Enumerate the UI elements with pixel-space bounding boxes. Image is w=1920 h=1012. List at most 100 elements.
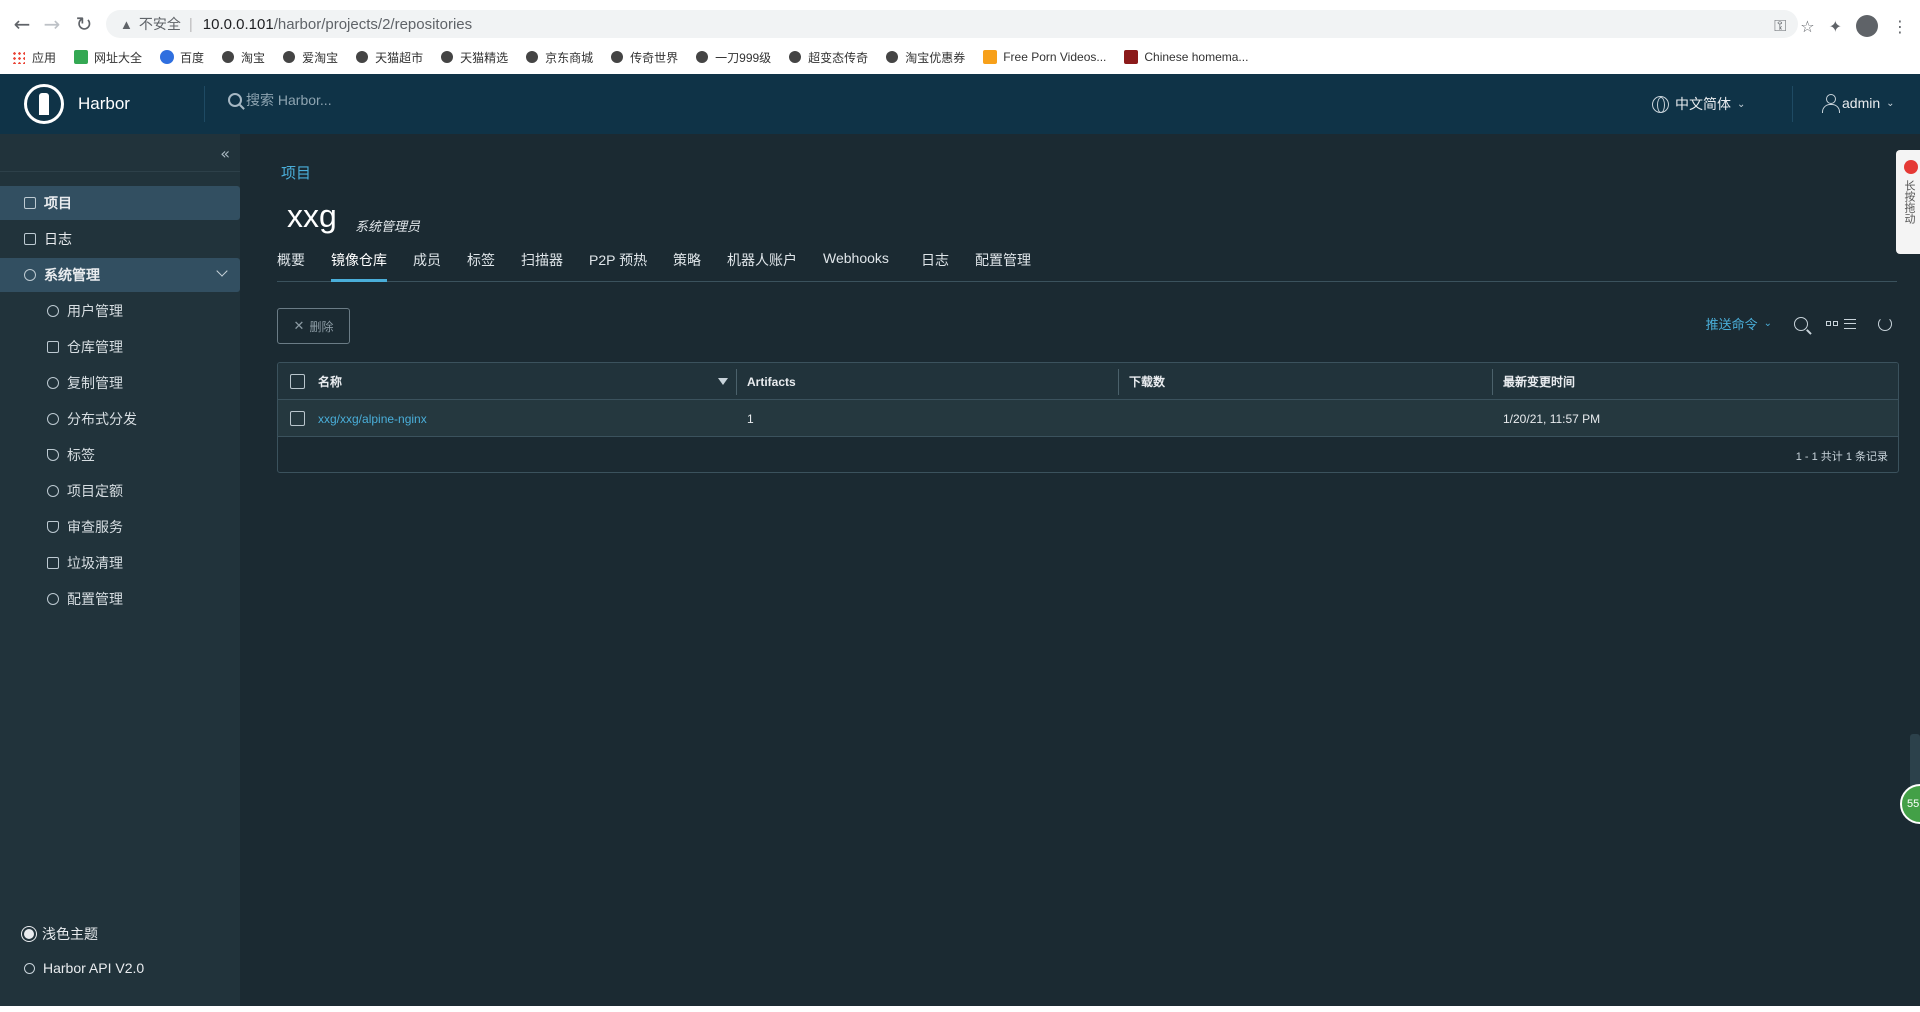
- delete-label: 删除: [309, 319, 334, 334]
- bookmark-item[interactable]: Chinese homema...: [1124, 50, 1248, 64]
- column-header-artifacts[interactable]: Artifacts: [747, 363, 796, 400]
- project-tabs: 概要 镜像仓库 成员 标签 扫描器 P2P 预热 策略 机器人账户 Webhoo…: [277, 244, 1897, 282]
- bookmark-item[interactable]: 超变态传奇: [789, 49, 868, 66]
- back-icon[interactable]: ←: [8, 6, 36, 42]
- project-role: 系统管理员: [355, 219, 421, 234]
- collapse-sidebar-icon[interactable]: «: [220, 144, 230, 163]
- theme-toggle[interactable]: 浅色主题: [24, 924, 98, 944]
- bookmark-item[interactable]: 传奇世界: [611, 49, 678, 66]
- globe-icon: [222, 51, 235, 63]
- delete-button[interactable]: ✕ 删除: [277, 308, 350, 344]
- bookmark-item[interactable]: 百度: [160, 49, 204, 66]
- column-header-downloads[interactable]: 下载数: [1129, 363, 1165, 400]
- bookmark-item[interactable]: Free Porn Videos...: [983, 50, 1106, 64]
- globe-icon: [886, 51, 899, 63]
- language-selector[interactable]: 中文简体 ⌄: [1652, 94, 1745, 114]
- globe-icon: [611, 51, 624, 63]
- address-row: ← → ↻ ▲ 不安全 | 10.0.0.101 /harbor/project…: [0, 6, 1920, 42]
- search-icon[interactable]: [1794, 316, 1808, 331]
- bookmark-item[interactable]: 淘宝优惠券: [886, 49, 965, 66]
- api-explorer-link[interactable]: Harbor API V2.0: [24, 960, 144, 976]
- bookmark-item[interactable]: 网址大全: [74, 49, 142, 66]
- key-icon[interactable]: ⚿: [1774, 16, 1786, 36]
- sidebar-item-configuration[interactable]: 配置管理: [0, 582, 240, 616]
- insecure-label: 不安全: [138, 16, 181, 32]
- repository-name-link[interactable]: xxg/xxg/alpine-nginx: [318, 400, 427, 437]
- bookmark-item[interactable]: 淘宝: [222, 49, 265, 66]
- select-all-checkbox[interactable]: [290, 374, 305, 389]
- admin-icon: [24, 269, 36, 281]
- ph-icon: [983, 50, 998, 64]
- refresh-icon[interactable]: [1878, 316, 1892, 331]
- close-widget-icon[interactable]: [1904, 160, 1918, 174]
- tab-p2p-preheat[interactable]: P2P 预热: [589, 244, 647, 282]
- table-row[interactable]: xxg/xxg/alpine-nginx 1 1/20/21, 11:57 PM: [278, 400, 1898, 437]
- sidebar-item-label: 项目定额: [67, 483, 123, 499]
- bookmark-item[interactable]: 天猫精选: [441, 49, 508, 66]
- column-header-name[interactable]: 名称: [318, 363, 342, 400]
- profile-icon[interactable]: [1856, 15, 1878, 37]
- tab-members[interactable]: 成员: [413, 244, 441, 282]
- bookmark-item[interactable]: 爱淘宝: [283, 49, 338, 66]
- search-input[interactable]: [246, 92, 486, 108]
- tab-robot-accounts[interactable]: 机器人账户: [727, 244, 797, 282]
- breadcrumb[interactable]: 项目: [281, 162, 311, 183]
- bookmarks-bar: 应用 网址大全 百度 淘宝 爱淘宝 天猫超市 天猫精选 京东商城 传奇世界 一刀…: [12, 46, 1266, 68]
- column-separator: [1118, 369, 1119, 395]
- extensions-icon[interactable]: ✦: [1829, 17, 1842, 36]
- sidebar-item-users[interactable]: 用户管理: [0, 294, 240, 328]
- floating-widget[interactable]: 长按拖动: [1896, 150, 1920, 254]
- grid-view-icon[interactable]: [1826, 321, 1838, 326]
- close-icon: ✕: [293, 318, 305, 334]
- grid-cell: [1826, 321, 1831, 326]
- sidebar-item-registries[interactable]: 仓库管理: [0, 330, 240, 364]
- page-title: xxg: [287, 198, 337, 234]
- tab-scanner[interactable]: 扫描器: [521, 244, 563, 282]
- forward-icon[interactable]: →: [38, 6, 66, 42]
- sidebar-item-gc[interactable]: 垃圾清理: [0, 546, 240, 580]
- table-footer: 1 - 1 共计 1 条记录: [1795, 450, 1888, 463]
- menu-icon[interactable]: ⋮: [1892, 17, 1908, 36]
- chevron-down-icon: ⌄: [1886, 97, 1895, 109]
- tab-webhooks[interactable]: Webhooks: [823, 244, 889, 282]
- tab-logs[interactable]: 日志: [921, 244, 949, 282]
- push-command-dropdown[interactable]: 推送命令 ⌄: [1706, 314, 1772, 333]
- address-bar[interactable]: ▲ 不安全 | 10.0.0.101 /harbor/projects/2/re…: [106, 10, 1798, 38]
- sidebar-item-distributions[interactable]: 分布式分发: [0, 402, 240, 436]
- sidebar-item-labels[interactable]: 标签: [0, 438, 240, 472]
- app-title[interactable]: Harbor: [78, 94, 130, 114]
- reload-icon[interactable]: ↻: [70, 6, 98, 42]
- api-link-label: Harbor API V2.0: [43, 960, 145, 976]
- sidebar-item-projects[interactable]: 项目: [0, 186, 240, 220]
- updated-time: 1/20/21, 11:57 PM: [1503, 411, 1601, 426]
- globe-icon: [356, 51, 369, 63]
- sidebar-item-replications[interactable]: 复制管理: [0, 366, 240, 400]
- tab-configuration[interactable]: 配置管理: [975, 244, 1031, 282]
- chevron-down-icon: [216, 265, 228, 277]
- tab-labels[interactable]: 标签: [467, 244, 495, 282]
- harbor-logo-icon[interactable]: [24, 84, 64, 124]
- sidebar-item-interrogation[interactable]: 审查服务: [0, 510, 240, 544]
- sidebar-item-label: 垃圾清理: [67, 555, 123, 571]
- list-view-icon[interactable]: [1844, 318, 1856, 329]
- column-header-updated[interactable]: 最新变更时间: [1503, 363, 1575, 400]
- bookmark-item[interactable]: 一刀999级: [696, 49, 771, 66]
- column-separator: [1492, 369, 1493, 395]
- sidebar-item-label: 系统管理: [44, 267, 100, 283]
- user-icon: [1822, 94, 1840, 113]
- tab-repositories[interactable]: 镜像仓库: [331, 244, 387, 282]
- star-icon[interactable]: ☆: [1800, 17, 1814, 36]
- bookmark-apps[interactable]: 应用: [12, 49, 56, 66]
- bookmark-item[interactable]: 天猫超市: [356, 49, 423, 66]
- row-checkbox[interactable]: [290, 411, 305, 426]
- sidebar-item-logs[interactable]: 日志: [0, 222, 240, 256]
- sidebar-item-quotas[interactable]: 项目定额: [0, 474, 240, 508]
- sidebar-item-administration[interactable]: 系统管理: [0, 258, 240, 292]
- share-icon: [47, 413, 59, 425]
- column-separator: [736, 369, 737, 395]
- tab-summary[interactable]: 概要: [277, 244, 305, 282]
- bookmark-item[interactable]: 京东商城: [526, 49, 593, 66]
- filter-icon[interactable]: [718, 378, 728, 385]
- tab-policy[interactable]: 策略: [673, 244, 701, 282]
- user-menu[interactable]: admin ⌄: [1822, 94, 1895, 113]
